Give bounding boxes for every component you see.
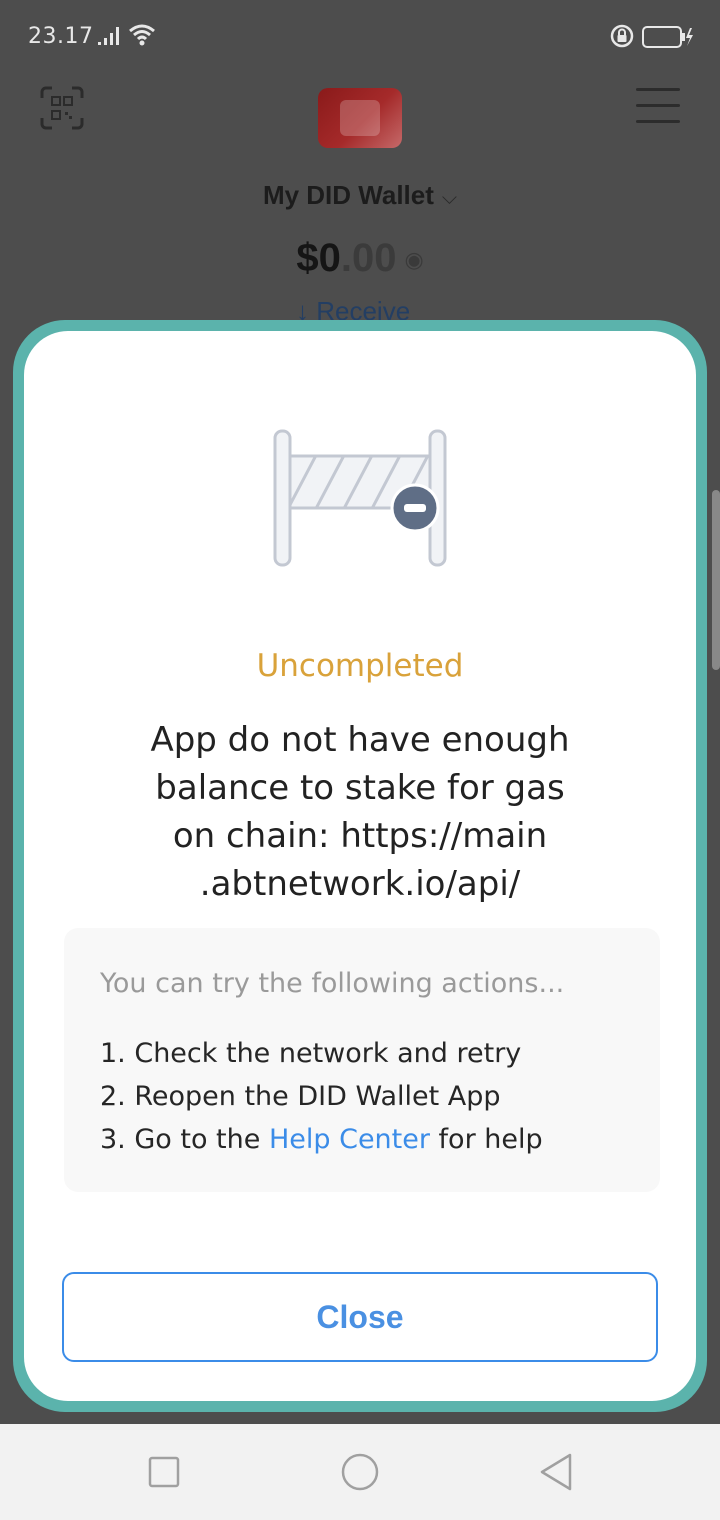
error-message-line: on chain: https://main [172, 816, 548, 856]
action-item: 2. Reopen the DID Wallet App [100, 1081, 501, 1112]
home-icon[interactable] [340, 1452, 380, 1492]
battery-charging-icon [642, 26, 693, 48]
suggested-actions-heading: You can try the following actions... [100, 968, 565, 999]
wallet-balance: $0.00 ◉ [0, 236, 720, 281]
wallet-name: My DID Wallet [262, 180, 434, 210]
action-item: 3. Go to the Help Center for help [100, 1118, 543, 1161]
error-message-line: balance to stake for gas [155, 768, 565, 808]
scan-qr-icon[interactable] [38, 84, 86, 132]
action-item-suffix: for help [429, 1124, 543, 1155]
back-icon[interactable] [538, 1452, 574, 1492]
suggested-actions-box: You can try the following actions... 1. … [64, 928, 660, 1192]
error-message: App do not have enough balance to stake … [110, 716, 610, 908]
close-button[interactable]: Close [62, 1272, 658, 1362]
signal-icon [98, 27, 119, 45]
wallet-selector[interactable]: My DID Wallet ⌵ [0, 180, 720, 211]
balance-whole: $0 [296, 236, 341, 280]
action-item-prefix: 3. Go to the [100, 1124, 269, 1155]
balance-cents: .00 [340, 236, 397, 280]
status-time: 23.17 [28, 24, 94, 49]
modal-status-title: Uncompleted [256, 648, 464, 684]
wifi-icon [129, 24, 155, 46]
error-message-line: .abtnetwork.io/api/ [199, 864, 521, 904]
eye-icon[interactable]: ◉ [404, 247, 423, 272]
error-message-line: App do not have enough [150, 720, 570, 760]
scrollbar[interactable] [712, 490, 720, 670]
recent-apps-icon[interactable] [148, 1456, 180, 1488]
suggested-actions-list: 1. Check the network and retry 2. Reopen… [100, 1032, 543, 1161]
status-bar: 23.17 [0, 0, 720, 72]
menu-icon[interactable] [636, 88, 680, 124]
help-center-link[interactable]: Help Center [269, 1124, 430, 1155]
app-logo [318, 88, 402, 148]
barrier-blocked-icon [273, 429, 447, 567]
chevron-down-icon: ⌵ [441, 187, 458, 209]
lock-rotation-icon [610, 24, 634, 48]
action-item: 1. Check the network and retry [100, 1038, 522, 1069]
